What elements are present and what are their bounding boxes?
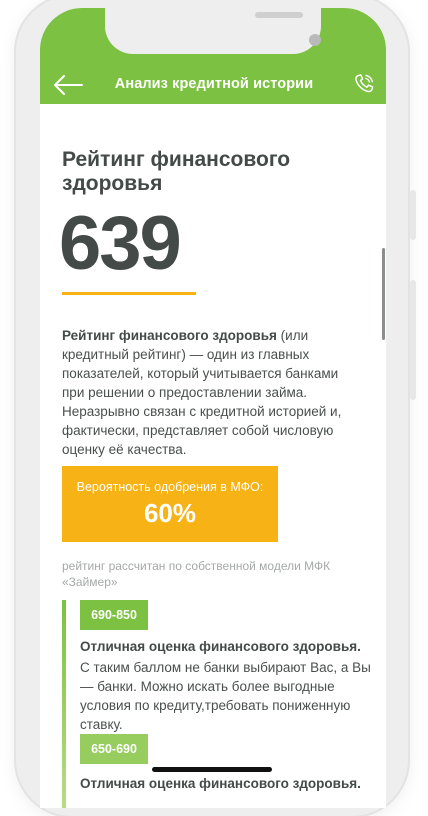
phone-notch: [105, 8, 321, 54]
home-indicator[interactable]: [152, 767, 272, 772]
range-text-excellent: С таким баллом не банки выбирают Вас, а …: [80, 660, 371, 732]
range-badge-excellent: 690-850: [80, 600, 148, 630]
rating-title: Рейтинг финансового здоровья: [62, 148, 291, 195]
score-underline: [62, 292, 196, 295]
description-lead: Рейтинг финансового здоровья: [62, 328, 277, 343]
phone-side-button: [410, 280, 416, 400]
call-button[interactable]: [352, 72, 376, 96]
phone-icon: [355, 74, 374, 93]
scrollbar[interactable]: [382, 248, 385, 340]
app-header: Анализ кредитной истории: [40, 8, 386, 104]
description-text: (или кредитный рейтинг) — один из главны…: [62, 328, 342, 457]
approval-value: 60%: [143, 498, 197, 528]
main-content: Рейтинг финансового здоровья 639 Рейтинг…: [40, 104, 386, 808]
approval-card: Вероятность одобрения в МФО: 60%: [62, 466, 278, 542]
front-camera: [309, 34, 321, 46]
range-title-good: Отличная оценка финансового здоровья.: [80, 776, 361, 791]
range-badge-good: 650-690: [80, 734, 148, 764]
rating-score: 639: [59, 201, 182, 286]
speaker-grille: [255, 12, 303, 18]
app-screen: Анализ кредитной истории Рейтинг финансо…: [40, 8, 386, 808]
approval-label: Вероятность одобрения в МФО:: [76, 480, 264, 494]
range-title-excellent: Отличная оценка финансового здоровья.: [80, 639, 361, 654]
phone-side-button: [410, 190, 416, 240]
page-title: Анализ кредитной истории: [114, 76, 314, 92]
rating-scale-line: [62, 600, 66, 808]
arrow-left-icon: [54, 75, 83, 95]
model-note: рейтинг рассчитан по собственной модели …: [62, 559, 331, 589]
rating-description: Рейтинг финансового здоровья (или кредит…: [62, 326, 362, 459]
back-button[interactable]: [52, 74, 84, 96]
